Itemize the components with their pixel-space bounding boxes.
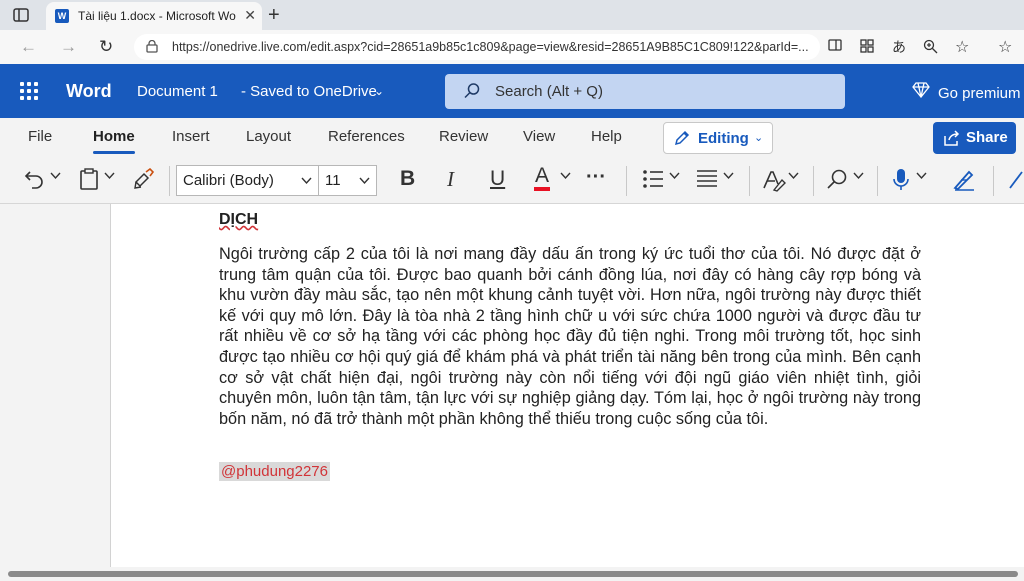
favorite-star-icon[interactable]: ☆ — [955, 37, 969, 57]
find-icon[interactable] — [826, 168, 848, 190]
tab-review[interactable]: Review — [439, 128, 488, 145]
home-toolbar: Calibri (Body) 11 B I U A ··· — [0, 158, 1024, 204]
clipboard-icon[interactable] — [80, 168, 98, 190]
tab-references[interactable]: References — [328, 128, 405, 145]
font-color-button[interactable]: A — [534, 165, 551, 191]
document-canvas: DỊCH Ngôi trường cấp 2 của tôi là nơi ma… — [0, 204, 1024, 567]
chevron-down-icon[interactable] — [788, 172, 799, 180]
reader-view-icon[interactable] — [828, 39, 842, 54]
tab-home[interactable]: Home — [93, 128, 135, 154]
browser-tab-title: Tài liệu 1.docx - Microsoft Word — [78, 9, 236, 23]
underline-button[interactable]: U — [490, 167, 505, 191]
document-title[interactable]: Document 1 — [137, 83, 218, 100]
go-premium-label: Go premium — [938, 85, 1021, 102]
ribbon-tab-bar: File Home Insert Layout References Revie… — [0, 118, 1024, 158]
designer-icon[interactable] — [1008, 168, 1024, 190]
lock-icon[interactable] — [146, 39, 158, 53]
more-options-button[interactable]: ··· — [586, 166, 606, 189]
undo-icon[interactable] — [24, 168, 46, 190]
forward-arrow-icon[interactable]: → — [60, 37, 77, 57]
bullets-icon[interactable] — [642, 168, 664, 190]
tab-help[interactable]: Help — [591, 128, 622, 145]
favorites-icon[interactable]: ☆ — [998, 37, 1012, 57]
font-size-value: 11 — [325, 172, 341, 189]
close-tab-icon[interactable]: ✕ — [244, 7, 256, 24]
browser-address-bar: ← → ↻ https://onedrive.live.com/edit.asp… — [0, 30, 1024, 64]
word-title-bar: Word Document 1 - Saved to OneDrive ⌄ Se… — [0, 64, 1024, 118]
word-favicon-icon: W — [55, 9, 69, 23]
tab-view[interactable]: View — [523, 128, 555, 145]
toolbar-divider — [169, 166, 170, 196]
apps-icon[interactable] — [860, 39, 874, 56]
chevron-down-icon[interactable] — [916, 172, 927, 180]
document-heading[interactable]: DỊCH — [219, 211, 258, 229]
chevron-down-icon[interactable] — [560, 172, 571, 180]
share-icon — [943, 129, 961, 147]
chevron-down-icon[interactable] — [50, 172, 61, 180]
toolbar-divider — [813, 166, 814, 196]
font-size-dropdown[interactable]: 11 — [318, 165, 377, 196]
font-name-dropdown[interactable]: Calibri (Body) — [176, 165, 319, 196]
dictate-microphone-icon[interactable] — [892, 168, 910, 192]
watermark-handle: @phudung2276 — [219, 462, 330, 481]
toolbar-divider — [626, 166, 627, 196]
tab-layout[interactable]: Layout — [246, 128, 291, 145]
bold-button[interactable]: B — [400, 167, 415, 191]
translate-icon[interactable]: あ — [892, 37, 906, 57]
editor-icon[interactable] — [952, 168, 976, 192]
chevron-down-icon — [301, 177, 312, 185]
editing-label: Editing — [698, 130, 749, 147]
url-input[interactable]: https://onedrive.live.com/edit.aspx?cid=… — [134, 34, 820, 60]
diamond-icon — [912, 82, 930, 102]
chevron-down-icon[interactable] — [104, 172, 115, 180]
toolbar-divider — [749, 166, 750, 196]
chevron-down-icon[interactable]: ⌄ — [374, 84, 384, 98]
chevron-down-icon — [359, 177, 370, 185]
pencil-icon — [674, 130, 690, 146]
tab-file[interactable]: File — [28, 128, 52, 145]
save-status[interactable]: - Saved to OneDrive — [241, 83, 377, 100]
tab-insert[interactable]: Insert — [172, 128, 210, 145]
back-arrow-icon[interactable]: ← — [20, 37, 37, 57]
search-placeholder: Search (Alt + Q) — [495, 83, 603, 100]
app-launcher-icon[interactable] — [20, 82, 38, 100]
scrollbar-thumb[interactable] — [8, 571, 1018, 577]
chevron-down-icon: ⌄ — [754, 132, 764, 144]
chevron-down-icon[interactable] — [669, 172, 680, 180]
new-tab-icon[interactable]: + — [268, 4, 280, 27]
share-label: Share — [966, 129, 1008, 146]
horizontal-scrollbar[interactable] — [0, 567, 1024, 581]
chevron-down-icon[interactable] — [853, 172, 864, 180]
italic-button[interactable]: I — [447, 167, 454, 192]
document-paragraph[interactable]: Ngôi trường cấp 2 của tôi là nơi mang đầ… — [219, 244, 921, 429]
document-page[interactable]: DỊCH Ngôi trường cấp 2 của tôi là nơi ma… — [110, 204, 1024, 567]
go-premium-button[interactable]: Go premium — [912, 82, 1021, 102]
share-button[interactable]: Share — [933, 122, 1016, 154]
browser-tab-strip: W Tài liệu 1.docx - Microsoft Word ✕ + — [0, 0, 1024, 30]
font-name-value: Calibri (Body) — [183, 172, 274, 189]
align-icon[interactable] — [696, 168, 718, 190]
tab-actions-icon[interactable] — [12, 6, 30, 24]
toolbar-divider — [877, 166, 878, 196]
browser-tab[interactable]: W Tài liệu 1.docx - Microsoft Word ✕ — [46, 2, 262, 30]
styles-icon[interactable] — [762, 168, 786, 192]
chevron-down-icon[interactable] — [723, 172, 734, 180]
format-painter-icon[interactable] — [134, 168, 154, 190]
editing-mode-button[interactable]: Editing ⌄ — [663, 122, 773, 154]
zoom-icon[interactable] — [923, 39, 938, 57]
reload-icon[interactable]: ↻ — [99, 37, 113, 57]
toolbar-divider — [993, 166, 994, 196]
search-icon — [463, 82, 481, 100]
search-input[interactable]: Search (Alt + Q) — [445, 74, 845, 109]
url-text: https://onedrive.live.com/edit.aspx?cid=… — [172, 40, 809, 54]
app-name[interactable]: Word — [66, 81, 112, 102]
